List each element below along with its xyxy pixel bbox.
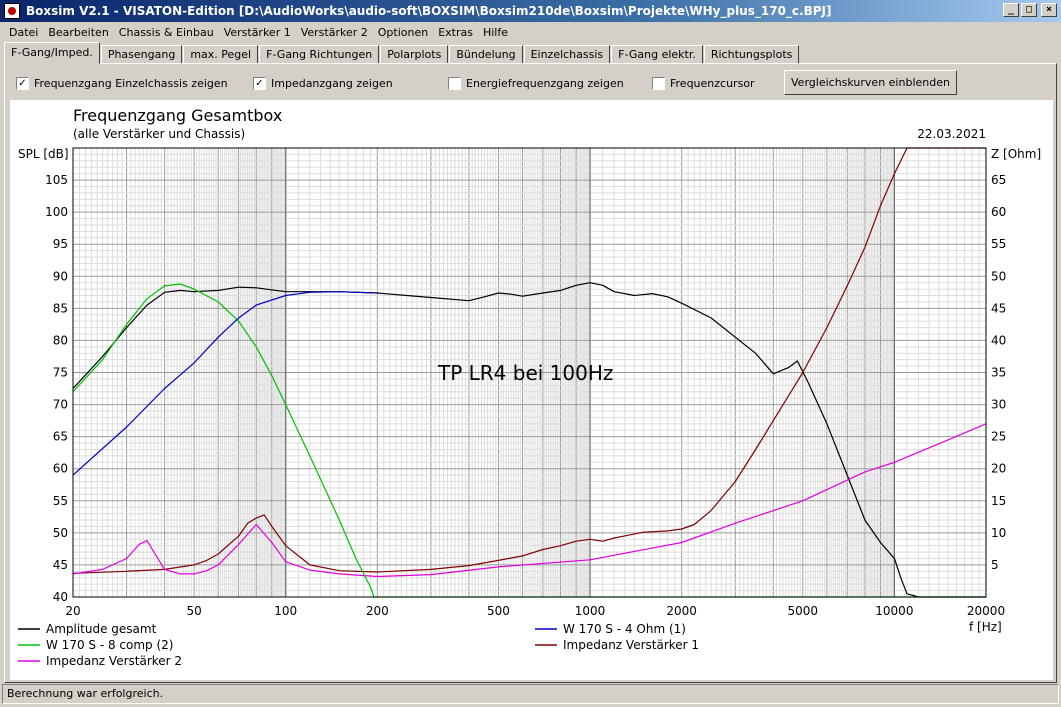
y-tick-label: 95 xyxy=(53,237,68,251)
checkbox-frequenzcursor-mark[interactable] xyxy=(652,76,665,90)
tab-f-gang-elektr[interactable]: F-Gang elektr. xyxy=(611,45,703,64)
tab-f-gang-richtungen[interactable]: F-Gang Richtungen xyxy=(259,45,380,64)
chart-title: Frequenzgang Gesamtbox xyxy=(73,106,282,125)
y2-tick-label: 15 xyxy=(991,494,1006,508)
checkbox-einzelchassis-mark[interactable]: ✓ xyxy=(16,76,29,90)
y-tick-label: 90 xyxy=(53,269,68,283)
chart-date: 22.03.2021 xyxy=(917,127,986,141)
menu-hilfe[interactable]: Hilfe xyxy=(478,26,513,39)
menu-optionen[interactable]: Optionen xyxy=(373,26,433,39)
y-tick-label: 65 xyxy=(53,430,68,444)
y-tick-label: 80 xyxy=(53,333,68,347)
menu-verstaerker-2[interactable]: Verstärker 2 xyxy=(296,26,373,39)
y-tick-label: 105 xyxy=(45,173,68,187)
y2-tick-label: 30 xyxy=(991,398,1006,412)
title-bar: Boxsim V2.1 - VISATON-Edition [D:\AudioW… xyxy=(0,0,1061,22)
menu-datei[interactable]: Datei xyxy=(4,26,43,39)
y-axis-label: SPL [dB] xyxy=(18,147,69,161)
y-tick-label: 70 xyxy=(53,398,68,412)
y-tick-label: 50 xyxy=(53,526,68,540)
legend-label: Amplitude gesamt xyxy=(46,622,157,636)
menu-extras[interactable]: Extras xyxy=(433,26,478,39)
chart-annotation: TP LR4 bei 100Hz xyxy=(437,361,613,385)
x-axis-label: f [Hz] xyxy=(969,620,1002,634)
y-tick-label: 85 xyxy=(53,301,68,315)
frequency-response-chart: 40 45 50 55 60 65 70 75 80 85 90 95 100 105 5 10 15 20 25 3… xyxy=(18,106,1041,668)
tab-buendelung[interactable]: Bündelung xyxy=(449,45,523,64)
tab-max-pegel[interactable]: max. Pegel xyxy=(183,45,259,64)
tab-phasengang[interactable]: Phasengang xyxy=(100,45,183,64)
checkbox-einzelchassis[interactable]: ✓ Frequenzgang Einzelchassis zeigen xyxy=(16,76,228,90)
maximize-button[interactable]: □ xyxy=(1021,3,1037,17)
legend-label: W 170 S - 4 Ohm (1) xyxy=(563,622,686,636)
x-tick-label: 200 xyxy=(366,604,389,618)
checkbox-energie[interactable]: Energiefrequenzgang zeigen xyxy=(448,76,624,90)
minimize-button[interactable]: _ xyxy=(1003,3,1019,17)
legend-label: W 170 S - 8 comp (2) xyxy=(46,638,173,652)
y-tick-label: 40 xyxy=(53,590,68,604)
y2-tick-label: 50 xyxy=(991,269,1006,283)
y2-tick-label: 5 xyxy=(991,558,999,572)
checkbox-impedanz[interactable]: ✓ Impedanzgang zeigen xyxy=(253,76,393,90)
app-icon xyxy=(4,3,20,19)
menu-bearbeiten[interactable]: Bearbeiten xyxy=(43,26,113,39)
checkbox-einzelchassis-label: Frequenzgang Einzelchassis zeigen xyxy=(34,76,228,90)
x-tick-label: 20 xyxy=(65,604,80,618)
checkbox-impedanz-mark[interactable]: ✓ xyxy=(253,76,266,90)
checkbox-impedanz-label: Impedanzgang zeigen xyxy=(271,76,393,90)
y2-tick-label: 25 xyxy=(991,430,1006,444)
tab-f-gang-imped[interactable]: F-Gang/Imped. xyxy=(4,42,100,64)
y-tick-label: 75 xyxy=(53,366,68,380)
y2-tick-label: 60 xyxy=(991,205,1006,219)
legend-label: Impedanz Verstärker 2 xyxy=(46,654,182,668)
y2-tick-label: 10 xyxy=(991,526,1006,540)
x-tick-label: 50 xyxy=(186,604,201,618)
menu-verstaerker-1[interactable]: Verstärker 1 xyxy=(219,26,296,39)
x-tick-label: 20000 xyxy=(967,604,1005,618)
y2-tick-label: 20 xyxy=(991,462,1006,476)
checkbox-energie-label: Energiefrequenzgang zeigen xyxy=(466,76,624,90)
tab-polarplots[interactable]: Polarplots xyxy=(380,45,449,64)
x-tick-label: 100 xyxy=(274,604,297,618)
checkbox-energie-mark[interactable] xyxy=(448,76,461,90)
menu-bar: Datei Bearbeiten Chassis & Einbau Verstä… xyxy=(0,22,1061,42)
tab-richtungsplots[interactable]: Richtungsplots xyxy=(703,45,800,64)
y2-tick-label: 40 xyxy=(991,333,1006,347)
checkbox-frequenzcursor-label: Frequenzcursor xyxy=(670,76,755,90)
x-tick-label: 500 xyxy=(487,604,510,618)
chart-subtitle: (alle Verstärker und Chassis) xyxy=(73,127,245,141)
checkbox-frequenzcursor[interactable]: Frequenzcursor xyxy=(652,76,755,90)
chart-area: 40 45 50 55 60 65 70 75 80 85 90 95 100 105 5 10 15 20 25 3… xyxy=(10,100,1053,680)
y2-tick-label: 55 xyxy=(991,237,1006,251)
legend-label: Impedanz Verstärker 1 xyxy=(563,638,699,652)
window-controls: _ □ × xyxy=(1003,3,1057,17)
menu-chassis-einbau[interactable]: Chassis & Einbau xyxy=(114,26,219,39)
y-tick-label: 60 xyxy=(53,462,68,476)
compare-curves-button[interactable]: Vergleichskurven einblenden xyxy=(784,70,957,95)
x-tick-label: 1000 xyxy=(575,604,606,618)
close-button[interactable]: × xyxy=(1041,3,1057,17)
x-tick-label: 2000 xyxy=(666,604,697,618)
y2-tick-label: 45 xyxy=(991,301,1006,315)
tab-einzelchassis[interactable]: Einzelchassis xyxy=(523,45,611,64)
y-tick-label: 45 xyxy=(53,558,68,572)
y-tick-label: 100 xyxy=(45,205,68,219)
y-tick-label: 55 xyxy=(53,494,68,508)
status-bar: Berechnung war erfolgreich. xyxy=(2,684,1059,704)
window-title: Boxsim V2.1 - VISATON-Edition [D:\AudioW… xyxy=(26,4,832,18)
y2-tick-label: 65 xyxy=(991,173,1006,187)
y2-axis-label: Z [Ohm] xyxy=(991,147,1041,161)
y2-tick-label: 35 xyxy=(991,366,1006,380)
tab-bar: F-Gang/Imped. Phasengang max. Pegel F-Ga… xyxy=(4,42,800,64)
x-tick-label: 5000 xyxy=(787,604,818,618)
x-tick-label: 10000 xyxy=(875,604,913,618)
chart-legend: Amplitude gesamt W 170 S - 4 Ohm (1) W 170… xyxy=(18,622,699,668)
